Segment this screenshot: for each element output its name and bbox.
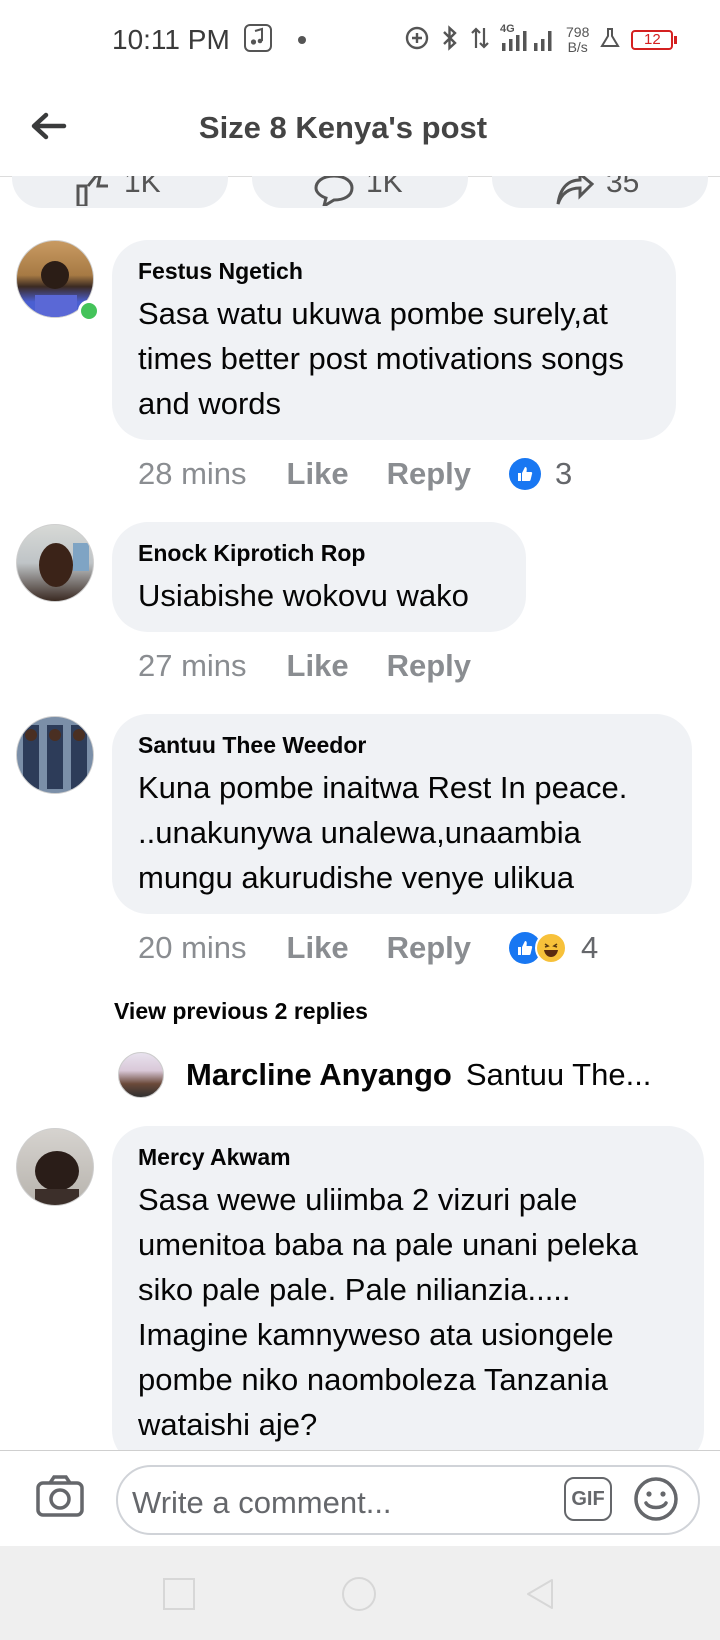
like-button[interactable]: Like [287,648,349,684]
status-bar: 10:11 PM 4G 798 B/s 12 [0,0,720,80]
comment-meta: 20 mins Like Reply 4 [138,930,598,966]
data-arrows-icon [470,24,490,57]
signal-icon: 4G [500,23,556,55]
home-button[interactable] [342,1577,376,1611]
reply-preview[interactable]: Marcline Anyango Santuu The... [118,1052,678,1098]
reaction-summary[interactable]: 4 [509,930,598,966]
laughing-face-icon [535,932,567,964]
network-speed: 798 B/s [566,25,589,55]
thumbs-up-icon [509,458,541,490]
comment-time: 28 mins [138,456,247,491]
battery-level: 12 [644,31,661,48]
comment-text: Sasa wewe uliimba 2 vizuri pale umenitoa… [138,1182,638,1442]
reaction-count: 3 [555,456,573,491]
reaction-summary[interactable]: 3 [509,456,572,492]
reply-text: Santuu The... [465,1057,652,1092]
comment-count: 1K [366,176,403,199]
page-title: Size 8 Kenya's post [198,110,488,145]
comment-pill[interactable]: 1K [252,176,468,208]
online-indicator [78,300,100,322]
recents-button[interactable] [163,1578,195,1610]
comment-meta: 28 mins Like Reply 3 [138,456,572,492]
comment-text: Kuna pombe inaitwa Rest In peace. ..unak… [138,770,628,895]
emoji-icon[interactable] [632,1475,680,1523]
comment-text: Sasa watu ukuwa pombe surely,at times be… [138,296,624,421]
commenter-name[interactable]: Festus Ngetich [138,258,650,285]
post-actions-strip: 1K 1K 35 [0,176,720,212]
share-count: 35 [606,176,640,199]
comment-meta: 27 mins Like Reply [138,648,509,684]
comment-time: 27 mins [138,648,247,683]
reaction-count: 4 [581,930,599,965]
flask-icon [599,25,621,56]
back-button[interactable] [522,1576,558,1612]
status-time: 10:11 PM [112,24,230,55]
comment-input[interactable]: Write a comment... GIF [116,1465,700,1535]
commenter-name[interactable]: Mercy Akwam [138,1144,678,1171]
speed-unit: B/s [567,39,588,55]
like-count: 1K [124,176,161,199]
like-pill[interactable]: 1K [12,176,228,208]
commenter-name[interactable]: Santuu Thee Weedor [138,732,666,759]
comment-input-placeholder: Write a comment... [132,1485,392,1520]
comment-bubble[interactable]: Mercy Akwam Sasa wewe uliimba 2 vizuri p… [112,1126,704,1466]
data-saver-icon [404,25,430,56]
comment-bubble[interactable]: Enock Kiprotich Rop Usiabishe wokovu wak… [112,522,526,632]
comment-composer: Write a comment... GIF [0,1450,720,1547]
avatar[interactable] [16,716,94,794]
battery-icon: 12 [631,30,678,50]
gif-button[interactable]: GIF [564,1477,612,1521]
bluetooth-icon [440,24,460,57]
like-button[interactable]: Like [287,456,349,492]
avatar[interactable] [118,1052,164,1098]
reply-button[interactable]: Reply [387,930,471,966]
avatar[interactable] [16,524,94,602]
status-icons: 4G 798 B/s 12 [404,22,678,58]
reply-button[interactable]: Reply [387,456,471,492]
music-icon [244,24,272,52]
comment-bubble[interactable]: Festus Ngetich Sasa watu ukuwa pombe sur… [112,240,676,440]
like-button[interactable]: Like [287,930,349,966]
commenter-name[interactable]: Enock Kiprotich Rop [138,540,500,567]
view-previous-replies-link[interactable]: View previous 2 replies [114,998,368,1025]
reply-button[interactable]: Reply [387,648,471,684]
dot-icon [298,36,306,44]
speed-value: 798 [566,24,590,40]
reply-author-name[interactable]: Marcline Anyango [186,1057,452,1093]
camera-icon[interactable] [34,1471,86,1523]
comment-time: 20 mins [138,930,247,965]
top-app-bar: Size 8 Kenya's post [0,80,720,177]
system-nav-bar [0,1546,720,1640]
comment-text: Usiabishe wokovu wako [138,578,469,613]
comment-bubble[interactable]: Santuu Thee Weedor Kuna pombe inaitwa Re… [112,714,692,914]
avatar[interactable] [16,1128,94,1206]
share-pill[interactable]: 35 [492,176,708,208]
